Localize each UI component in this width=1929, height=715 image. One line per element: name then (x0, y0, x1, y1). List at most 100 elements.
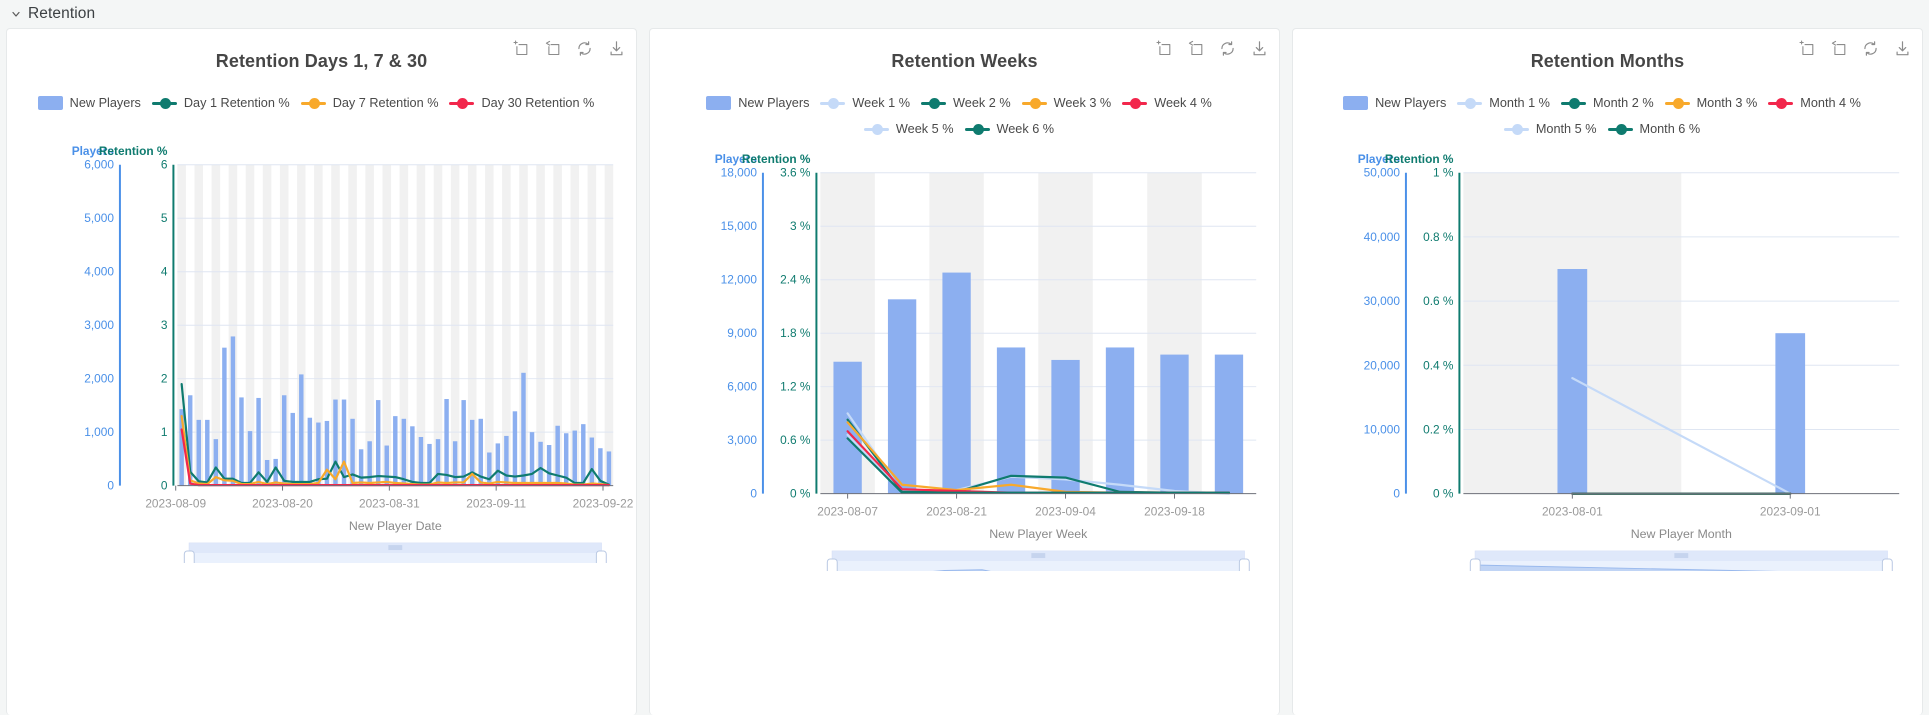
chart-panel-retention-weeks: Retention Weeks New Players Week 1 % Week 2… (649, 28, 1280, 715)
legend-swatch-line-icon (1664, 97, 1690, 110)
svg-text:0: 0 (161, 479, 168, 493)
legend-item[interactable]: Month 6 % (1607, 119, 1700, 139)
download-icon[interactable] (1892, 38, 1912, 58)
zoom-area-select-icon[interactable] (510, 38, 530, 58)
chart-legend: New Players Month 1 % Month 2 % Month 3 % Mo… (1293, 93, 1922, 145)
zoom-area-restore-icon[interactable] (542, 38, 562, 58)
svg-text:0.4 %: 0.4 % (1423, 358, 1454, 372)
chart-canvas[interactable]: 0 3,000 6,000 9,000 12,000 15,000 18,000 0 % 0.6… (650, 145, 1279, 571)
refresh-icon[interactable] (1217, 38, 1237, 58)
legend-swatch-line-icon (820, 97, 846, 110)
legend-item[interactable]: Day 1 Retention % (151, 93, 290, 113)
chart-toolbar (1153, 38, 1269, 58)
chart-canvas[interactable]: 0 10,000 20,000 30,000 40,000 50,000 0 % 0.2 % 0… (1293, 145, 1922, 571)
legend-swatch-line-icon (1768, 97, 1794, 110)
legend-item[interactable]: Month 5 % (1503, 119, 1597, 139)
svg-text:0: 0 (1393, 487, 1400, 501)
legend-label: Week 2 % (953, 96, 1011, 110)
svg-text:0.2 %: 0.2 % (1423, 422, 1454, 436)
chart-panel-retention-days: Retention Days 1, 7 & 30 New Players Day 1… (6, 28, 637, 715)
legend-item[interactable]: Day 7 Retention % (300, 93, 438, 113)
legend-item[interactable]: New Players (706, 93, 809, 113)
chart-plot-area[interactable]: 0 10,000 20,000 30,000 40,000 50,000 0 % 0.2 % 0… (1293, 145, 1922, 571)
svg-text:Retention %: Retention % (742, 152, 811, 166)
svg-text:0 %: 0 % (790, 487, 811, 501)
legend-item[interactable]: New Players (37, 93, 141, 113)
svg-text:0.6 %: 0.6 % (1423, 294, 1454, 308)
svg-text:2023-09-04: 2023-09-04 (1035, 504, 1096, 518)
legend-item[interactable]: Month 3 % (1664, 93, 1757, 113)
svg-text:15,000: 15,000 (721, 219, 758, 233)
zoom-area-restore-icon[interactable] (1828, 38, 1848, 58)
svg-text:0.8 %: 0.8 % (1423, 230, 1454, 244)
chart-plot-area[interactable]: 0 3,000 6,000 9,000 12,000 15,000 18,000 0 % 0.6… (650, 145, 1279, 571)
legend-item[interactable]: Week 6 % (964, 119, 1055, 139)
svg-text:2023-09-01: 2023-09-01 (1760, 504, 1821, 518)
svg-text:4: 4 (161, 265, 168, 279)
svg-text:3,000: 3,000 (727, 433, 757, 447)
svg-text:0: 0 (750, 487, 757, 501)
svg-text:6: 6 (161, 158, 168, 172)
svg-text:5: 5 (161, 211, 168, 225)
zoom-area-restore-icon[interactable] (1185, 38, 1205, 58)
chart-plot-area[interactable]: 0 1,000 2,000 3,000 4,000 5,000 6,000 0 1 2 3 4 5 6 Pl… (7, 137, 636, 563)
section-title: Retention (28, 5, 96, 22)
legend-item[interactable]: Week 5 % (863, 119, 954, 139)
legend-swatch-line-icon (1503, 123, 1529, 136)
svg-text:New Player Date: New Player Date (349, 519, 442, 533)
zoom-area-select-icon[interactable] (1153, 38, 1173, 58)
legend-item[interactable]: Month 1 % (1457, 93, 1550, 113)
legend-item[interactable]: Week 2 % (921, 93, 1011, 113)
svg-text:3.6 %: 3.6 % (780, 166, 811, 180)
download-icon[interactable] (606, 38, 626, 58)
chart-legend: New Players Day 1 Retention % Day 7 Retent… (7, 93, 636, 137)
svg-text:2,000: 2,000 (84, 372, 114, 386)
svg-text:2023-08-21: 2023-08-21 (926, 504, 987, 518)
legend-item[interactable]: Month 4 % (1768, 93, 1861, 113)
svg-text:0.6 %: 0.6 % (780, 433, 811, 447)
legend-item[interactable]: Month 2 % (1560, 93, 1654, 113)
refresh-icon[interactable] (1860, 38, 1880, 58)
panels-row: Retention Days 1, 7 & 30 New Players Day 1… (0, 28, 1929, 715)
svg-text:2: 2 (161, 372, 168, 386)
svg-text:3 %: 3 % (790, 219, 811, 233)
legend-swatch-line-icon (1122, 97, 1148, 110)
legend-swatch-line-icon (449, 97, 475, 110)
svg-text:1.2 %: 1.2 % (780, 380, 811, 394)
chart-toolbar (510, 38, 626, 58)
legend-swatch-line-icon (151, 97, 177, 110)
svg-text:6,000: 6,000 (727, 380, 757, 394)
legend-item[interactable]: Day 30 Retention % (449, 93, 594, 113)
refresh-icon[interactable] (574, 38, 594, 58)
legend-label: Week 4 % (1154, 96, 1212, 110)
svg-text:Retention %: Retention % (99, 144, 168, 158)
legend-swatch-bar-icon (1343, 96, 1369, 110)
svg-text:4,000: 4,000 (84, 265, 114, 279)
legend-swatch-line-icon (1457, 97, 1483, 110)
legend-swatch-line-icon (921, 97, 947, 110)
zoom-area-select-icon[interactable] (1796, 38, 1816, 58)
svg-text:2023-08-01: 2023-08-01 (1542, 504, 1603, 518)
section-header: Retention (0, 0, 1929, 28)
svg-text:2023-09-11: 2023-09-11 (466, 496, 526, 510)
legend-label: Week 6 % (996, 122, 1055, 136)
legend-item[interactable]: New Players (1343, 93, 1446, 113)
legend-label: Month 2 % (1592, 96, 1654, 110)
svg-text:2.4 %: 2.4 % (780, 273, 811, 287)
download-icon[interactable] (1249, 38, 1269, 58)
chart-toolbar (1796, 38, 1912, 58)
svg-text:Retention %: Retention % (1385, 152, 1454, 166)
svg-text:20,000: 20,000 (1364, 358, 1401, 372)
chart-canvas[interactable]: 01,0002,0003,0004,0005,0006,0000123456Pl… (7, 137, 636, 563)
legend-item[interactable]: Week 1 % (820, 93, 910, 113)
svg-text:3,000: 3,000 (84, 318, 114, 332)
legend-item[interactable]: Week 3 % (1021, 93, 1111, 113)
svg-text:6,000: 6,000 (84, 158, 114, 172)
svg-text:2023-08-09: 2023-08-09 (145, 496, 206, 510)
legend-swatch-line-icon (964, 123, 990, 136)
legend-swatch-line-icon (863, 123, 889, 136)
chart-legend: New Players Week 1 % Week 2 % Week 3 % Week … (650, 93, 1279, 145)
chevron-down-icon[interactable] (9, 7, 23, 21)
legend-label: New Players (738, 96, 810, 110)
legend-item[interactable]: Week 4 % (1122, 93, 1212, 113)
